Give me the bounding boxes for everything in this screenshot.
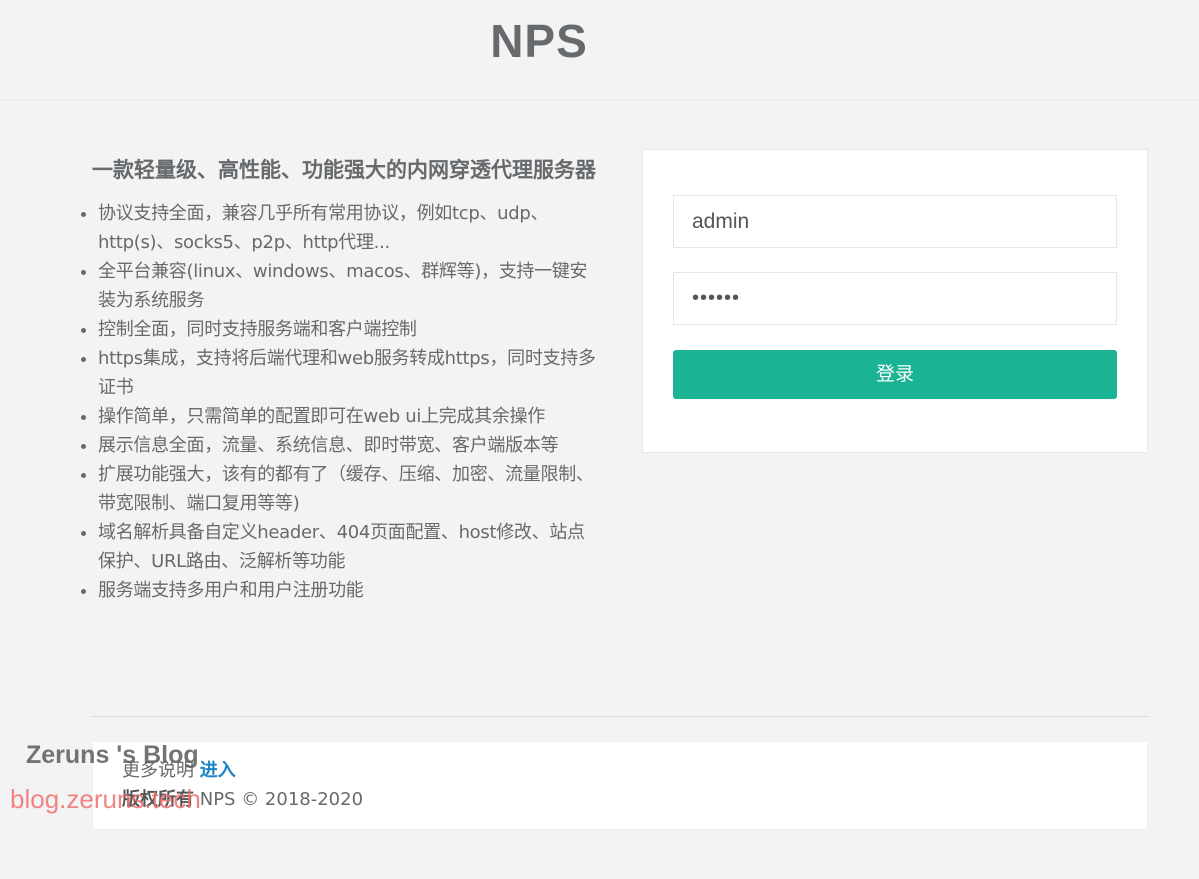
feature-text: https集成，支持将后端代理和web服务转成https，同时支持多证书 — [98, 348, 596, 398]
bullet-icon — [81, 531, 86, 536]
login-form: admin •••••• 登录 — [642, 149, 1148, 453]
bullet-icon — [81, 328, 86, 333]
login-button[interactable]: 登录 — [673, 350, 1117, 399]
feature-list: 协议支持全面，兼容几乎所有常用协议，例如tcp、udp、http(s)、sock… — [81, 199, 612, 605]
feature-text: 域名解析具备自定义header、404页面配置、host修改、站点保护、URL路… — [98, 522, 585, 572]
feature-text: 操作简单，只需简单的配置即可在web ui上完成其余操作 — [98, 406, 545, 427]
feature-item: 域名解析具备自定义header、404页面配置、host修改、站点保护、URL路… — [81, 518, 598, 576]
intro-section: 一款轻量级、高性能、功能强大的内网穿透代理服务器 协议支持全面，兼容几乎所有常用… — [81, 156, 612, 605]
feature-item: 展示信息全面，流量、系统信息、即时带宽、客户端版本等 — [81, 431, 598, 460]
feature-text: 协议支持全面，兼容几乎所有常用协议，例如tcp、udp、http(s)、sock… — [98, 203, 549, 253]
feature-text: 展示信息全面，流量、系统信息、即时带宽、客户端版本等 — [98, 435, 559, 456]
feature-item: 扩展功能强大，该有的都有了（缓存、压缩、加密、流量限制、带宽限制、端口复用等等) — [81, 460, 598, 518]
bullet-icon — [81, 357, 86, 362]
feature-text: 全平台兼容(linux、windows、macos、群辉等)，支持一键安装为系统… — [98, 261, 588, 311]
password-input[interactable]: •••••• — [673, 272, 1117, 325]
feature-item: 控制全面，同时支持服务端和客户端控制 — [81, 315, 598, 344]
feature-text: 控制全面，同时支持服务端和客户端控制 — [98, 319, 417, 340]
feature-item: 服务端支持多用户和用户注册功能 — [81, 576, 598, 605]
page-footer: 更多说明 进入 版权所有 NPS © 2018-2020 — [92, 741, 1148, 830]
bullet-icon — [81, 415, 86, 420]
watermark-url: blog.zeruns.tech — [10, 784, 201, 814]
feature-item: https集成，支持将后端代理和web服务转成https，同时支持多证书 — [81, 344, 598, 402]
page-header: NPS — [0, 0, 1199, 100]
copyright-text: NPS © 2018-2020 — [199, 789, 364, 810]
footer-divider — [92, 716, 1148, 717]
bullet-icon — [81, 212, 86, 217]
more-info-link[interactable]: 进入 — [200, 760, 236, 781]
username-input[interactable]: admin — [673, 195, 1117, 248]
intro-heading: 一款轻量级、高性能、功能强大的内网穿透代理服务器 — [92, 158, 596, 182]
bullet-icon — [81, 444, 86, 449]
feature-item: 操作简单，只需简单的配置即可在web ui上完成其余操作 — [81, 402, 598, 431]
feature-item: 协议支持全面，兼容几乎所有常用协议，例如tcp、udp、http(s)、sock… — [81, 199, 598, 257]
feature-item: 全平台兼容(linux、windows、macos、群辉等)，支持一键安装为系统… — [81, 257, 598, 315]
bullet-icon — [81, 473, 86, 478]
feature-text: 服务端支持多用户和用户注册功能 — [98, 580, 364, 601]
watermark-title: Zeruns 's Blog — [26, 741, 199, 769]
feature-text: 扩展功能强大，该有的都有了（缓存、压缩、加密、流量限制、带宽限制、端口复用等等) — [98, 464, 594, 514]
bullet-icon — [81, 589, 86, 594]
app-title: NPS — [490, 15, 588, 67]
bullet-icon — [81, 270, 86, 275]
